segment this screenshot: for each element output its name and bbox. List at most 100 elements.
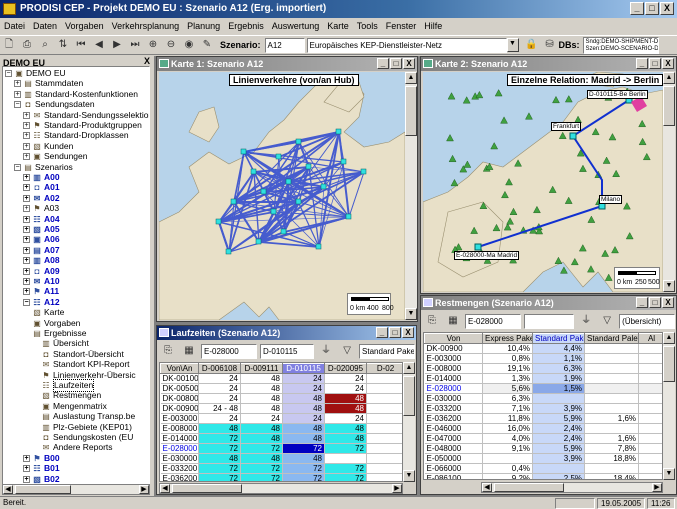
laufzeiten-column-header[interactable]: D-009111 [240,363,283,374]
tree-item[interactable]: ☷ Laufzeiten [41,379,95,392]
first-icon[interactable]: ⏮ [74,38,88,52]
restmengen-maximize-button[interactable]: □ [649,297,661,308]
restmengen-cell[interactable] [532,463,585,474]
tree-item[interactable]: ▥ Plz-Gebiete (KEP01) [41,422,132,433]
laufzeiten-cell[interactable]: 48 [240,403,283,414]
tree-item[interactable]: ▧ Karte [32,307,64,318]
laufzeiten-scroll-right-icon[interactable]: ▶ [392,484,402,493]
laufzeiten-cell[interactable] [366,463,402,474]
restmengen-cell[interactable] [638,413,662,424]
laufzeiten-cell[interactable]: 72 [324,463,367,474]
tree-expand-icon[interactable]: + [23,257,30,265]
table-row[interactable]: E-014000 72 48 48 48 [160,433,402,444]
tree-item[interactable]: ✉ Standort KPI-Report [41,359,130,370]
tree-expand-icon[interactable]: + [23,475,30,483]
restmengen-cell[interactable] [638,373,662,384]
tree-item[interactable]: + ⚑ Standard-Produktgruppen [23,120,142,131]
tree-item[interactable]: + ⚑ A03 [23,203,59,214]
laufzeiten-cell[interactable] [366,403,402,414]
laufzeiten-cell[interactable]: 72 [282,463,325,474]
restmengen-cell[interactable] [584,343,639,354]
laufzeiten-cell[interactable]: 48 [324,433,367,444]
tree-expand-icon[interactable]: + [23,465,30,473]
tree-item[interactable]: + ⚑ B00 [23,453,60,464]
restmengen-cell[interactable]: 18,8% [584,453,639,464]
laufzeiten-cell[interactable]: 24 [282,413,325,424]
tree-expand-icon[interactable]: + [23,184,30,192]
map1-maximize-button[interactable]: □ [390,58,402,69]
next-icon[interactable]: ▶ [110,38,124,52]
restmengen-cell[interactable]: 1,1% [532,353,585,364]
menu-daten[interactable]: Daten [29,21,61,31]
restmengen-close-button[interactable]: X [662,297,674,308]
tree-item[interactable]: − ▣ DEMO EU [5,68,66,79]
tree-expand-icon[interactable]: − [14,101,21,109]
menu-auswertung[interactable]: Auswertung [268,21,324,31]
restmengen-cell[interactable]: 16,0% [482,423,533,434]
restmengen-cell[interactable] [638,363,662,374]
laufzeiten-cell[interactable]: 48 [282,453,325,464]
laufzeiten-column-header[interactable]: D-010115 [282,363,325,374]
laufzeiten-cell[interactable]: 72 [198,433,241,444]
restmengen-cell[interactable]: 2,5% [532,473,585,479]
restmengen-cell[interactable]: 5,9% [532,413,585,424]
restmengen-cell[interactable]: 7,8% [584,443,639,454]
laufzeiten-cell[interactable]: 48 [282,423,325,434]
restmengen-cell[interactable]: 11,8% [482,413,533,424]
tree-item[interactable]: ▧ Restmengen [41,390,101,401]
laufzeiten-cell[interactable]: 24 [198,383,241,394]
menu-datei[interactable]: Datei [0,21,29,31]
restmengen-hscroll-thumb[interactable] [494,483,564,492]
restmengen-cell[interactable] [638,383,662,394]
tree-item[interactable]: + ▥ Standard-Kostenfunktionen [14,89,138,100]
maximize-button[interactable]: □ [645,2,659,15]
map2-minimize-button[interactable]: _ [636,58,648,69]
menu-vorgaben[interactable]: Vorgaben [61,21,108,31]
menu-karte[interactable]: Karte [323,21,353,31]
tree-expand-icon[interactable]: − [14,163,21,171]
restmengen-cell[interactable]: 19,1% [482,363,533,374]
restmengen-view-field[interactable]: (Übersicht) [619,313,675,329]
table-row[interactable]: E-046000 16,0% 2,4% [424,423,662,434]
restmengen-cell[interactable] [638,343,662,354]
restmengen-cell[interactable] [638,433,662,444]
laufzeiten-cell[interactable]: 72 [240,463,283,474]
restmengen-cell[interactable]: 4,0% [482,433,533,444]
restmengen-cell[interactable] [584,403,639,414]
laufzeiten-grid-icon[interactable]: ▦ [182,344,196,358]
zoom-out-icon[interactable]: ⊖ [164,38,178,52]
tree-expand-icon[interactable]: + [14,90,21,98]
tree-item[interactable]: ▣ Vorgaben [32,318,80,329]
zoom-in-icon[interactable]: ⊕ [146,38,160,52]
laufzeiten-cell[interactable]: 72 [240,473,283,481]
table-row[interactable]: E-036200 11,8% 5,9% 1,6% [424,413,662,424]
tree-item[interactable]: + ▧ A05 [23,224,60,235]
tree-expand-icon[interactable]: + [23,288,30,296]
globe-icon[interactable]: ◉ [182,38,196,52]
tree-item[interactable]: + ☷ A04 [23,214,60,225]
menu-verkehrsplanung[interactable]: Verkehrsplanung [108,21,184,31]
restmengen-cell[interactable] [638,443,662,454]
table-row[interactable]: DK-00900 24 - 48 48 48 48 [160,403,402,414]
tree-item[interactable]: − ◘ Sendungsdaten [14,99,95,110]
laufzeiten-cell[interactable]: 72 [324,443,367,454]
laufzeiten-column-header[interactable]: D-006108 [198,363,241,374]
table-row[interactable]: E-033200 72 72 72 72 [160,463,402,474]
laufzeiten-cell[interactable]: 48 [324,403,367,414]
tree-expand-icon[interactable]: − [23,298,30,306]
tree-expand-icon[interactable]: + [23,454,30,462]
restmengen-vscroll[interactable]: ▲ ▼ [663,332,675,480]
restmengen-cell[interactable]: 3,9% [532,403,585,414]
map2-scroll-up-icon[interactable]: ▲ [663,72,675,84]
restmengen-cell[interactable] [638,473,662,479]
laufzeiten-cell[interactable]: 48 [282,393,325,404]
laufzeiten-cell[interactable] [366,423,402,434]
table-row[interactable]: E-014000 1,3% 1,9% [424,373,662,384]
tree-item[interactable]: + ⚑ A11 [23,286,59,297]
restmengen-hscroll[interactable]: ◀ ▶ [481,482,663,493]
laufzeiten-scroll-left-icon[interactable]: ◀ [160,484,170,493]
restmengen-cell[interactable] [584,423,639,434]
table-row[interactable]: E-047000 4,0% 2,4% 1,6% [424,433,662,444]
tree-expand-icon[interactable]: + [23,205,30,213]
laufzeiten-cell[interactable]: 48 [240,393,283,404]
